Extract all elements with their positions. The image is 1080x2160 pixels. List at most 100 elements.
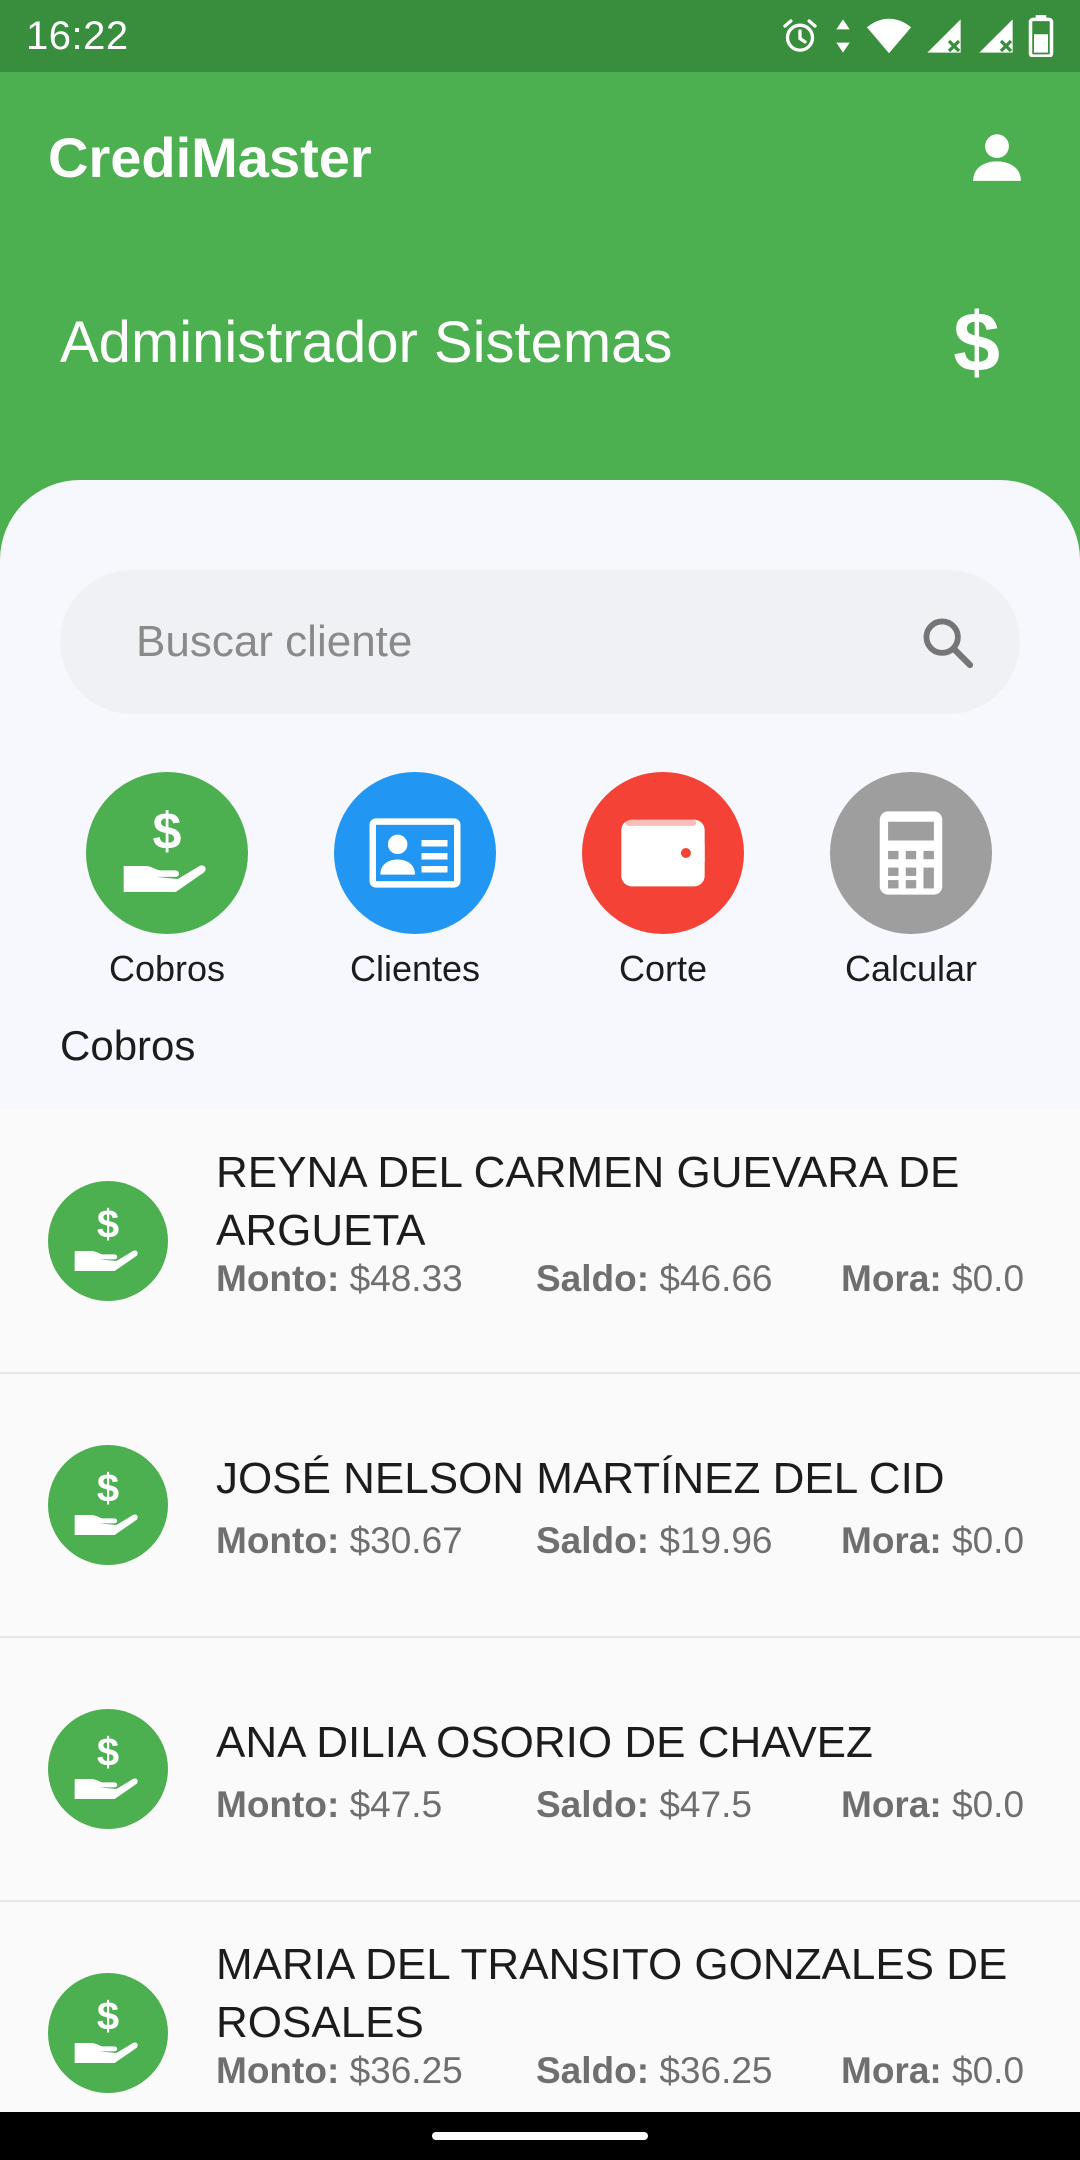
- saldo: Saldo: $19.96: [536, 1520, 773, 1562]
- action-clientes[interactable]: Clientes: [315, 772, 515, 990]
- saldo-value: $46.66: [659, 1258, 773, 1299]
- cash-hand-icon: $: [74, 1731, 138, 1799]
- client-name: REYNA DEL CARMEN GUEVARA DE ARGUETA: [216, 1148, 960, 1255]
- saldo-value: $47.5: [659, 1784, 752, 1825]
- mora: Mora: $0.0: [841, 1784, 1024, 1826]
- row-meta: Monto: $30.67 Saldo: $19.96 Mora: $0.0: [216, 1520, 1046, 1570]
- svg-text:$: $: [97, 1995, 119, 2039]
- monto-value: $48.33: [349, 1258, 463, 1299]
- quick-actions: $ Cobros Clientes Corte Calcular: [0, 772, 1080, 992]
- monto-label: Monto:: [216, 1258, 340, 1299]
- mora-value: $0.0: [952, 1784, 1025, 1825]
- mora-value: $0.0: [952, 1520, 1025, 1561]
- action-corte[interactable]: Corte: [563, 772, 763, 990]
- saldo: Saldo: $46.66: [536, 1258, 773, 1300]
- wallet-icon: [621, 819, 705, 887]
- person-icon: [973, 134, 1021, 181]
- monto-label: Monto:: [216, 2050, 340, 2091]
- row-icon: $: [48, 1181, 168, 1301]
- row-icon: $: [48, 1445, 168, 1565]
- user-header: Administrador Sistemas $: [0, 242, 1080, 442]
- action-circle[interactable]: [830, 772, 992, 934]
- monto: Monto: $36.25: [216, 2050, 463, 2092]
- action-cobros[interactable]: $ Cobros: [67, 772, 267, 990]
- calculator-icon: [879, 811, 943, 895]
- action-label: Cobros: [108, 948, 226, 989]
- row-meta: Monto: $47.5 Saldo: $47.5 Mora: $0.0: [216, 1784, 1046, 1834]
- row-icon: $: [48, 1973, 168, 2093]
- search-input[interactable]: [136, 617, 896, 667]
- app-title: CrediMaster: [48, 125, 372, 189]
- saldo-label: Saldo:: [536, 1784, 650, 1825]
- row-meta: Monto: $48.33 Saldo: $46.66 Mora: $0.0: [216, 1258, 1046, 1308]
- row-meta: Monto: $36.25 Saldo: $36.25 Mora: $0.0: [216, 2050, 1046, 2100]
- action-label: Clientes: [349, 948, 481, 989]
- action-circle[interactable]: $: [86, 772, 248, 934]
- client-name: ANA DILIA OSORIO DE CHAVEZ: [216, 1718, 873, 1767]
- monto-value: $47.5: [349, 1784, 443, 1825]
- action-calcular[interactable]: Calcular: [811, 772, 1011, 990]
- list-item[interactable]: $ MARIA DEL TRANSITO GONZALES DE ROSALES…: [0, 1902, 1080, 2112]
- cash-hand-icon: $: [74, 1467, 138, 1535]
- mora-label: Mora:: [841, 1258, 942, 1299]
- mora-label: Mora:: [841, 1784, 942, 1825]
- mora: Mora: $0.0: [841, 2050, 1024, 2092]
- user-name: Administrador Sistemas: [60, 309, 673, 375]
- search-icon[interactable]: [918, 613, 976, 671]
- monto: Monto: $47.5: [216, 1784, 442, 1826]
- home-gesture-handle[interactable]: [432, 2132, 648, 2140]
- saldo: Saldo: $36.25: [536, 2050, 773, 2092]
- status-time: 16:22: [26, 13, 129, 58]
- saldo-label: Saldo:: [536, 1258, 650, 1299]
- monto-value: $30.67: [349, 1520, 463, 1561]
- system-nav-bar: [0, 2112, 1080, 2160]
- svg-text:$: $: [97, 1467, 119, 1511]
- client-name: MARIA DEL TRANSITO GONZALES DE ROSALES: [216, 1940, 1008, 2047]
- mora-label: Mora:: [841, 2050, 942, 2091]
- mora-label: Mora:: [841, 1520, 942, 1561]
- battery-icon: [1028, 15, 1054, 57]
- row-icon: $: [48, 1709, 168, 1829]
- client-name: JOSÉ NELSON MARTÍNEZ DEL CID: [216, 1454, 945, 1503]
- mora: Mora: $0.0: [841, 1258, 1024, 1300]
- monto: Monto: $48.33: [216, 1258, 463, 1300]
- app-bar: CrediMaster: [0, 72, 1080, 242]
- status-icons: [780, 15, 1054, 57]
- monto-label: Monto:: [216, 1784, 340, 1825]
- account-button[interactable]: [962, 122, 1032, 192]
- id-card-icon: [369, 818, 461, 888]
- dollar-icon: $: [953, 294, 1000, 389]
- svg-text:$: $: [153, 803, 182, 861]
- signal-icon: [979, 19, 1013, 53]
- section-title: Cobros: [60, 1022, 196, 1069]
- content-panel: $ Cobros Clientes: [0, 480, 1080, 2112]
- saldo-label: Saldo:: [536, 2050, 650, 2091]
- list-item[interactable]: $ REYNA DEL CARMEN GUEVARA DE ARGUETA Mo…: [0, 1110, 1080, 1374]
- mora-value: $0.0: [952, 2050, 1025, 2091]
- wifi-icon: [866, 18, 912, 54]
- saldo-value: $19.96: [659, 1520, 773, 1561]
- list-item[interactable]: $ ANA DILIA OSORIO DE CHAVEZ Monto: $47.…: [0, 1638, 1080, 1902]
- cash-hand-icon: $: [74, 1203, 138, 1271]
- action-circle[interactable]: [582, 772, 744, 934]
- cobros-list[interactable]: $ REYNA DEL CARMEN GUEVARA DE ARGUETA Mo…: [0, 1110, 1080, 2112]
- monto-value: $36.25: [349, 2050, 463, 2091]
- saldo-value: $36.25: [659, 2050, 773, 2091]
- mora-value: $0.0: [952, 1258, 1025, 1299]
- saldo-label: Saldo:: [536, 1520, 650, 1561]
- mora: Mora: $0.0: [841, 1520, 1024, 1562]
- cash-hand-icon: $: [123, 803, 206, 892]
- action-label: Calcular: [844, 948, 978, 989]
- search-bar[interactable]: [60, 570, 1020, 714]
- monto: Monto: $30.67: [216, 1520, 463, 1562]
- data-arrows-icon: [836, 19, 850, 53]
- monto-label: Monto:: [216, 1520, 340, 1561]
- action-circle[interactable]: [334, 772, 496, 934]
- svg-text:$: $: [97, 1203, 119, 1247]
- saldo: Saldo: $47.5: [536, 1784, 752, 1826]
- status-bar: 16:22: [0, 0, 1080, 72]
- cash-hand-icon: $: [74, 1995, 138, 2063]
- list-item[interactable]: $ JOSÉ NELSON MARTÍNEZ DEL CID Monto: $3…: [0, 1374, 1080, 1638]
- signal-icon: [927, 19, 961, 53]
- action-label: Corte: [618, 948, 708, 989]
